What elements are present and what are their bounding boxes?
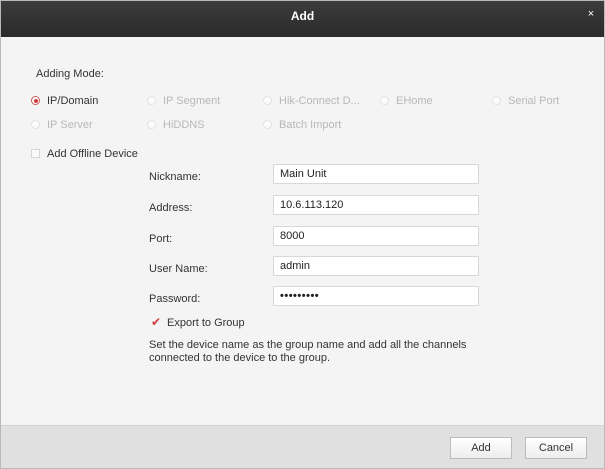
port-label: Port: <box>149 233 173 245</box>
radio-label: HiDDNS <box>163 119 205 131</box>
dialog-title: Add <box>290 9 315 23</box>
add-device-dialog: Add × Adding Mode: IP/Domain IP Segment … <box>0 0 605 469</box>
radio-icon <box>492 96 501 105</box>
port-field[interactable]: 8000 <box>273 226 479 246</box>
nickname-field[interactable]: Main Unit <box>273 164 479 184</box>
radio-icon <box>263 96 272 105</box>
radio-label: IP Server <box>47 119 93 131</box>
radio-label: IP Segment <box>163 95 221 107</box>
radio-label: EHome <box>396 95 433 107</box>
radio-label: IP/Domain <box>47 95 99 107</box>
radio-icon <box>263 120 272 129</box>
radio-icon <box>380 96 389 105</box>
password-label: Password: <box>149 293 201 305</box>
close-icon[interactable]: × <box>584 7 598 21</box>
radio-icon <box>147 120 156 129</box>
radio-icon <box>147 96 156 105</box>
export-group-description: Set the device name as the group name an… <box>149 339 467 364</box>
export-to-group-label: Export to Group <box>167 317 245 329</box>
user-name-label: User Name: <box>149 263 208 275</box>
add-button[interactable]: Add <box>450 437 512 459</box>
radio-label: Serial Port <box>508 95 560 107</box>
dialog-footer: Add Cancel <box>1 425 604 468</box>
radio-selected-icon <box>31 96 40 105</box>
title-bar[interactable]: Add × <box>1 1 604 37</box>
address-field[interactable]: 10.6.113.120 <box>273 195 479 215</box>
radio-icon <box>31 120 40 129</box>
radio-label: Batch Import <box>279 119 342 131</box>
cancel-button[interactable]: Cancel <box>525 437 587 459</box>
adding-mode-label: Adding Mode: <box>36 68 104 80</box>
radio-label: Hik-Connect D... <box>279 95 360 107</box>
dialog-content: Adding Mode: IP/Domain IP Segment Hik-Co… <box>1 37 604 425</box>
checkbox-box <box>31 149 40 158</box>
nickname-label: Nickname: <box>149 171 201 183</box>
add-offline-device-label: Add Offline Device <box>47 148 138 160</box>
checkmark-icon: ✔ <box>151 315 162 329</box>
password-field[interactable]: ••••••••• <box>273 286 479 306</box>
user-name-field[interactable]: admin <box>273 256 479 276</box>
address-label: Address: <box>149 202 193 214</box>
